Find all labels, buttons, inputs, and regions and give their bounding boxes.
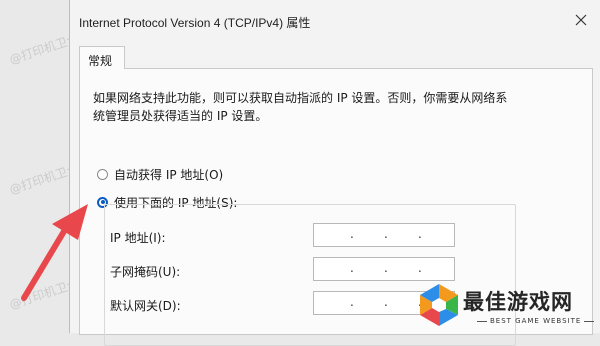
ip-address-label: IP 地址(I): [110, 231, 166, 245]
close-icon [575, 14, 587, 26]
auto-ip-label: 自动获得 IP 地址(O) [114, 167, 224, 182]
red-arrow-icon [21, 204, 88, 301]
logo-title: 最佳游戏网 [463, 290, 573, 314]
subnet-mask-label: 子网掩码(U): [110, 265, 181, 279]
ip-address-input[interactable]: . . . [313, 223, 455, 247]
default-gateway-label: 默认网关(D): [110, 299, 181, 313]
auto-ip-radio[interactable] [97, 168, 108, 180]
logo-subtitle: BEST GAME WEBSITE [474, 317, 597, 325]
dialog-title: Internet Protocol Version 4 (TCP/IPv4) 属… [79, 16, 311, 30]
tab-general[interactable]: 常规 [79, 46, 125, 69]
close-button[interactable] [565, 6, 599, 36]
title-bar: Internet Protocol Version 4 (TCP/IPv4) 属… [70, 0, 600, 42]
tab-general-label: 常规 [88, 54, 113, 68]
auto-ip-option[interactable]: 自动获得 IP 地址(O) [97, 166, 223, 182]
logo-mark-icon [420, 284, 458, 326]
description-text: 如果网络支持此功能，则可以获取自动指派的 IP 设置。否则，你需要从网络系统管理… [93, 91, 508, 123]
site-logo: 最佳游戏网 BEST GAME WEBSITE [412, 277, 600, 333]
